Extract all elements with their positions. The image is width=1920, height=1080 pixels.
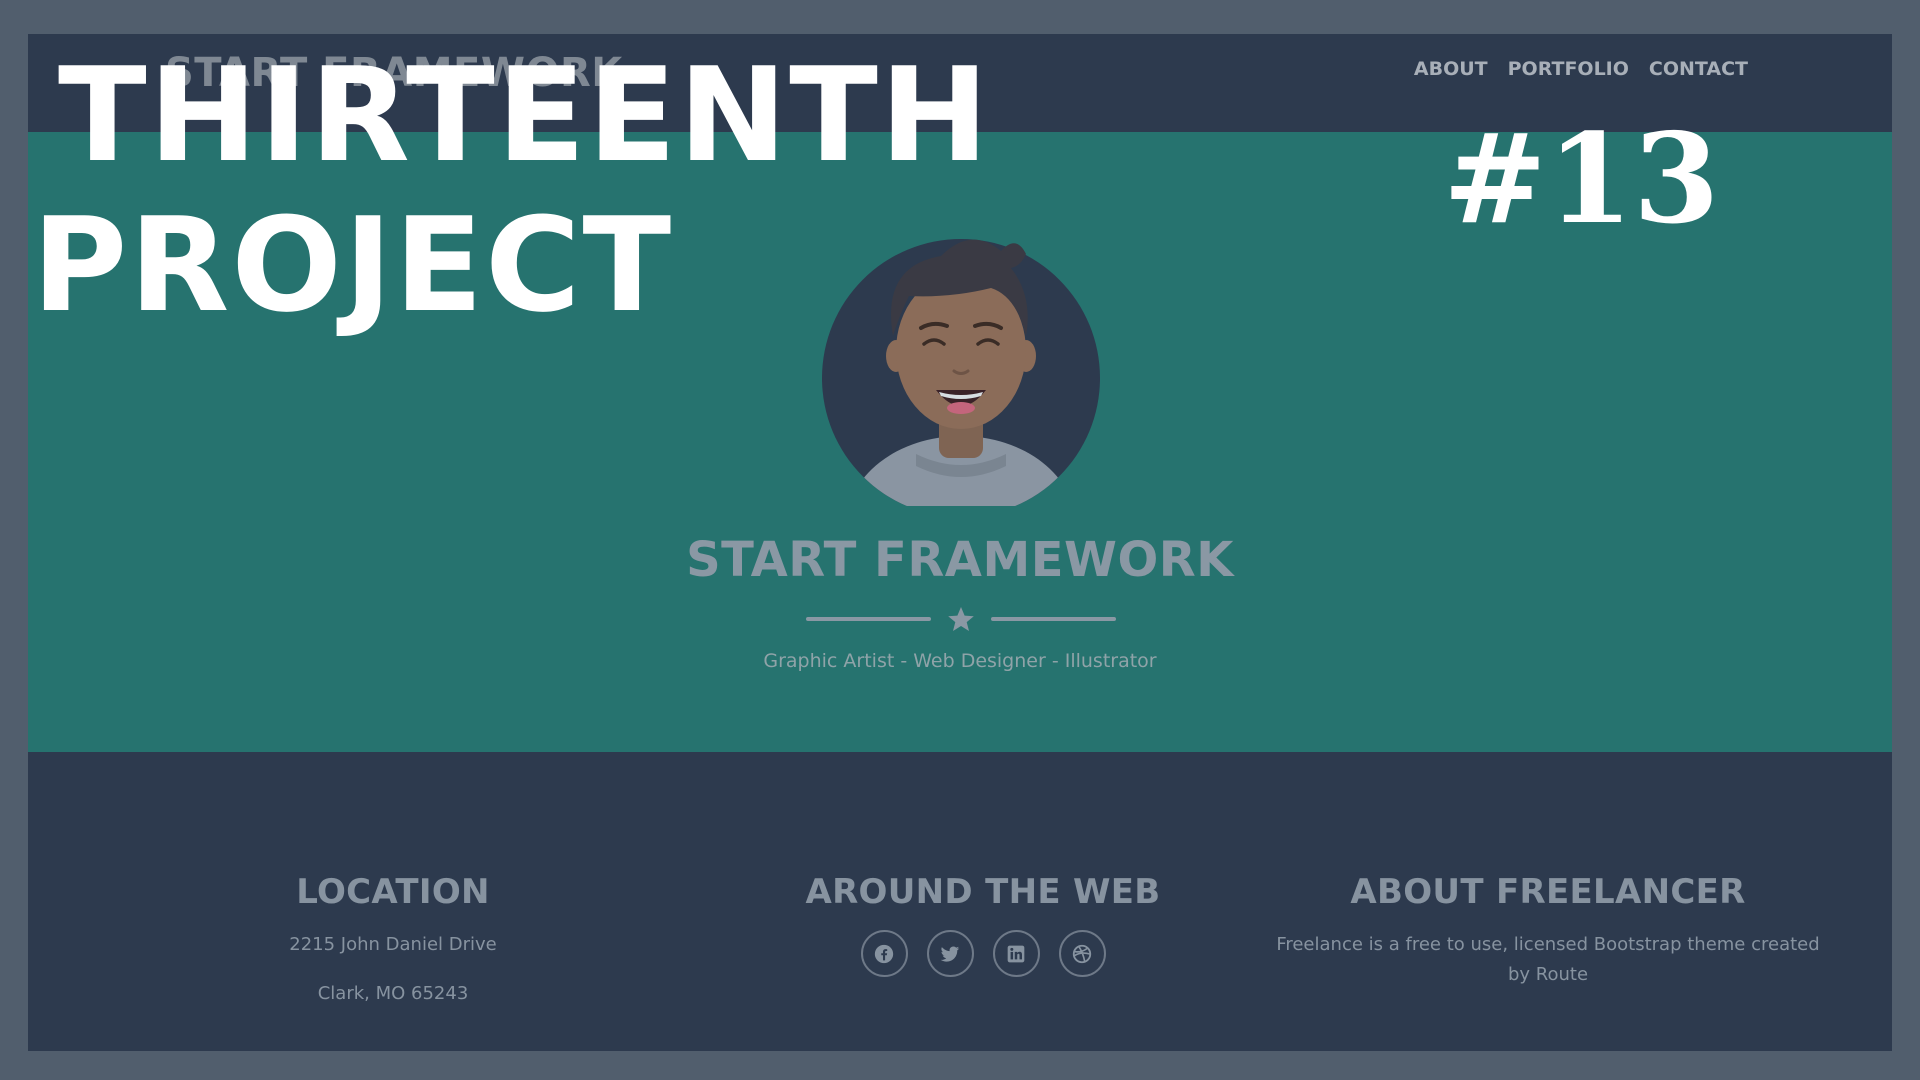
about-freelancer-title: ABOUT FREELANCER: [1350, 872, 1746, 912]
hero-tagline: Graphic Artist - Web Designer - Illustra…: [763, 650, 1157, 672]
nav-link-about[interactable]: ABOUT: [1414, 58, 1488, 80]
star-divider: [806, 607, 1116, 631]
overlay-project-number: #13: [1443, 107, 1720, 252]
facebook-icon: [874, 944, 894, 963]
dribbble-icon: [1072, 944, 1092, 963]
location-line-1: 2215 John Daniel Drive: [289, 934, 497, 955]
twitter-button[interactable]: [926, 930, 974, 977]
footer: LOCATION 2215 John Daniel Drive Clark, M…: [28, 752, 1892, 1051]
footer-about: ABOUT FREELANCER Freelance is a free to …: [1268, 872, 1828, 990]
location-line-2: Clark, MO 65243: [317, 983, 469, 1004]
dribbble-button[interactable]: [1058, 930, 1106, 977]
social-links: [788, 930, 1178, 977]
twitter-icon: [940, 945, 960, 962]
nav-link-contact[interactable]: CONTACT: [1649, 58, 1748, 80]
nav-link-portfolio[interactable]: PORTFOLIO: [1508, 58, 1629, 80]
nav-links: ABOUT PORTFOLIO CONTACT: [1414, 58, 1748, 80]
hero-title: START FRAMEWORK: [686, 532, 1234, 588]
footer-location: LOCATION 2215 John Daniel Drive Clark, M…: [258, 872, 528, 1009]
overlay-title-line-1: THIRTEENTH: [58, 39, 991, 191]
around-web-title: AROUND THE WEB: [805, 872, 1161, 912]
overlay-project-title: THIRTEENTH PROJECT: [32, 40, 991, 340]
linkedin-icon: [1007, 945, 1025, 962]
linkedin-button[interactable]: [992, 930, 1040, 977]
overlay-title-line-2: PROJECT: [32, 189, 674, 341]
about-freelancer-text: Freelance is a free to use, licensed Boo…: [1276, 934, 1820, 985]
star-icon: [948, 607, 974, 631]
facebook-button[interactable]: [860, 930, 908, 977]
footer-around-the-web: AROUND THE WEB: [788, 872, 1178, 977]
location-title: LOCATION: [296, 872, 490, 912]
